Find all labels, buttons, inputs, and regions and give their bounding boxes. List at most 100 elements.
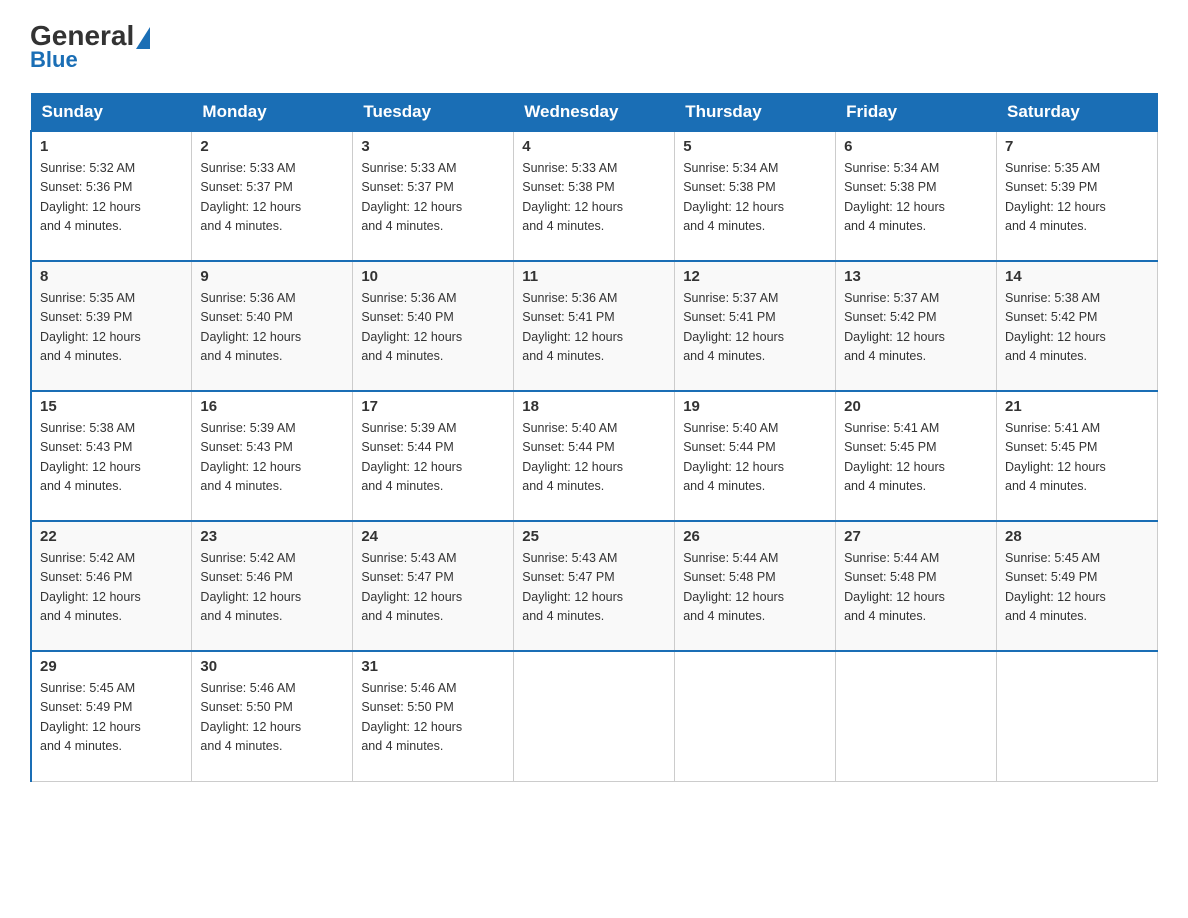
day-number: 13 xyxy=(844,268,988,285)
day-number: 28 xyxy=(1005,528,1149,545)
day-info: Sunrise: 5:39 AMSunset: 5:43 PMDaylight:… xyxy=(200,419,344,497)
calendar-cell: 24 Sunrise: 5:43 AMSunset: 5:47 PMDayligh… xyxy=(353,521,514,651)
calendar-cell: 10 Sunrise: 5:36 AMSunset: 5:40 PMDayligh… xyxy=(353,261,514,391)
day-info: Sunrise: 5:42 AMSunset: 5:46 PMDaylight:… xyxy=(200,549,344,627)
day-info: Sunrise: 5:44 AMSunset: 5:48 PMDaylight:… xyxy=(844,549,988,627)
day-number: 19 xyxy=(683,398,827,415)
calendar-cell: 20 Sunrise: 5:41 AMSunset: 5:45 PMDayligh… xyxy=(836,391,997,521)
week-row-2: 8 Sunrise: 5:35 AMSunset: 5:39 PMDaylight… xyxy=(31,261,1158,391)
day-info: Sunrise: 5:35 AMSunset: 5:39 PMDaylight:… xyxy=(40,289,183,367)
day-number: 6 xyxy=(844,138,988,155)
week-row-3: 15Sunrise: 5:38 AMSunset: 5:43 PMDayligh… xyxy=(31,391,1158,521)
calendar-cell: 1Sunrise: 5:32 AMSunset: 5:36 PMDaylight… xyxy=(31,131,192,261)
day-number: 25 xyxy=(522,528,666,545)
day-info: Sunrise: 5:36 AMSunset: 5:40 PMDaylight:… xyxy=(361,289,505,367)
calendar-cell: 27Sunrise: 5:44 AMSunset: 5:48 PMDayligh… xyxy=(836,521,997,651)
day-info: Sunrise: 5:40 AMSunset: 5:44 PMDaylight:… xyxy=(522,419,666,497)
calendar-cell: 11 Sunrise: 5:36 AMSunset: 5:41 PMDayligh… xyxy=(514,261,675,391)
day-info: Sunrise: 5:39 AMSunset: 5:44 PMDaylight:… xyxy=(361,419,505,497)
calendar-cell: 18 Sunrise: 5:40 AMSunset: 5:44 PMDayligh… xyxy=(514,391,675,521)
logo-blue-text: Blue xyxy=(30,47,78,73)
calendar-cell: 4 Sunrise: 5:33 AMSunset: 5:38 PMDaylight… xyxy=(514,131,675,261)
day-info: Sunrise: 5:45 AMSunset: 5:49 PMDaylight:… xyxy=(40,679,183,757)
logo-triangle-icon xyxy=(136,27,150,49)
calendar-table: SundayMondayTuesdayWednesdayThursdayFrid… xyxy=(30,93,1158,782)
day-info: Sunrise: 5:36 AMSunset: 5:41 PMDaylight:… xyxy=(522,289,666,367)
day-number: 20 xyxy=(844,398,988,415)
header-saturday: Saturday xyxy=(997,94,1158,132)
day-number: 3 xyxy=(361,138,505,155)
day-info: Sunrise: 5:33 AMSunset: 5:37 PMDaylight:… xyxy=(361,159,505,237)
calendar-cell: 2 Sunrise: 5:33 AMSunset: 5:37 PMDaylight… xyxy=(192,131,353,261)
day-number: 4 xyxy=(522,138,666,155)
calendar-cell xyxy=(514,651,675,781)
day-info: Sunrise: 5:32 AMSunset: 5:36 PMDaylight:… xyxy=(40,159,183,237)
calendar-cell: 31Sunrise: 5:46 AMSunset: 5:50 PMDayligh… xyxy=(353,651,514,781)
calendar-cell: 29Sunrise: 5:45 AMSunset: 5:49 PMDayligh… xyxy=(31,651,192,781)
calendar-cell: 3 Sunrise: 5:33 AMSunset: 5:37 PMDaylight… xyxy=(353,131,514,261)
calendar-cell: 26Sunrise: 5:44 AMSunset: 5:48 PMDayligh… xyxy=(675,521,836,651)
calendar-cell: 7 Sunrise: 5:35 AMSunset: 5:39 PMDaylight… xyxy=(997,131,1158,261)
calendar-cell: 13 Sunrise: 5:37 AMSunset: 5:42 PMDayligh… xyxy=(836,261,997,391)
day-number: 16 xyxy=(200,398,344,415)
day-number: 24 xyxy=(361,528,505,545)
calendar-cell: 14Sunrise: 5:38 AMSunset: 5:42 PMDayligh… xyxy=(997,261,1158,391)
calendar-cell: 22Sunrise: 5:42 AMSunset: 5:46 PMDayligh… xyxy=(31,521,192,651)
day-number: 23 xyxy=(200,528,344,545)
week-row-5: 29Sunrise: 5:45 AMSunset: 5:49 PMDayligh… xyxy=(31,651,1158,781)
day-number: 7 xyxy=(1005,138,1149,155)
day-info: Sunrise: 5:41 AMSunset: 5:45 PMDaylight:… xyxy=(1005,419,1149,497)
calendar-cell: 9Sunrise: 5:36 AMSunset: 5:40 PMDaylight… xyxy=(192,261,353,391)
day-number: 9 xyxy=(200,268,344,285)
header-sunday: Sunday xyxy=(31,94,192,132)
day-number: 11 xyxy=(522,268,666,285)
day-info: Sunrise: 5:46 AMSunset: 5:50 PMDaylight:… xyxy=(361,679,505,757)
day-number: 10 xyxy=(361,268,505,285)
calendar-cell: 23 Sunrise: 5:42 AMSunset: 5:46 PMDayligh… xyxy=(192,521,353,651)
calendar-cell: 6Sunrise: 5:34 AMSunset: 5:38 PMDaylight… xyxy=(836,131,997,261)
day-number: 15 xyxy=(40,398,183,415)
page-header: General Blue xyxy=(30,20,1158,73)
day-info: Sunrise: 5:42 AMSunset: 5:46 PMDaylight:… xyxy=(40,549,183,627)
calendar-cell: 21 Sunrise: 5:41 AMSunset: 5:45 PMDayligh… xyxy=(997,391,1158,521)
week-row-1: 1Sunrise: 5:32 AMSunset: 5:36 PMDaylight… xyxy=(31,131,1158,261)
day-number: 12 xyxy=(683,268,827,285)
day-info: Sunrise: 5:35 AMSunset: 5:39 PMDaylight:… xyxy=(1005,159,1149,237)
day-number: 14 xyxy=(1005,268,1149,285)
header-tuesday: Tuesday xyxy=(353,94,514,132)
header-row: SundayMondayTuesdayWednesdayThursdayFrid… xyxy=(31,94,1158,132)
calendar-cell: 12 Sunrise: 5:37 AMSunset: 5:41 PMDayligh… xyxy=(675,261,836,391)
calendar-cell: 8 Sunrise: 5:35 AMSunset: 5:39 PMDaylight… xyxy=(31,261,192,391)
day-info: Sunrise: 5:43 AMSunset: 5:47 PMDaylight:… xyxy=(361,549,505,627)
calendar-cell xyxy=(836,651,997,781)
calendar-cell: 19 Sunrise: 5:40 AMSunset: 5:44 PMDayligh… xyxy=(675,391,836,521)
calendar-cell: 17Sunrise: 5:39 AMSunset: 5:44 PMDayligh… xyxy=(353,391,514,521)
day-number: 21 xyxy=(1005,398,1149,415)
day-info: Sunrise: 5:37 AMSunset: 5:42 PMDaylight:… xyxy=(844,289,988,367)
day-number: 8 xyxy=(40,268,183,285)
day-number: 30 xyxy=(200,658,344,675)
calendar-cell: 30Sunrise: 5:46 AMSunset: 5:50 PMDayligh… xyxy=(192,651,353,781)
calendar-cell: 16 Sunrise: 5:39 AMSunset: 5:43 PMDayligh… xyxy=(192,391,353,521)
day-number: 2 xyxy=(200,138,344,155)
calendar-cell xyxy=(675,651,836,781)
day-info: Sunrise: 5:33 AMSunset: 5:38 PMDaylight:… xyxy=(522,159,666,237)
calendar-cell xyxy=(997,651,1158,781)
calendar-cell: 25 Sunrise: 5:43 AMSunset: 5:47 PMDayligh… xyxy=(514,521,675,651)
day-number: 18 xyxy=(522,398,666,415)
day-info: Sunrise: 5:37 AMSunset: 5:41 PMDaylight:… xyxy=(683,289,827,367)
day-info: Sunrise: 5:34 AMSunset: 5:38 PMDaylight:… xyxy=(683,159,827,237)
day-info: Sunrise: 5:44 AMSunset: 5:48 PMDaylight:… xyxy=(683,549,827,627)
day-info: Sunrise: 5:41 AMSunset: 5:45 PMDaylight:… xyxy=(844,419,988,497)
calendar-cell: 15Sunrise: 5:38 AMSunset: 5:43 PMDayligh… xyxy=(31,391,192,521)
day-info: Sunrise: 5:43 AMSunset: 5:47 PMDaylight:… xyxy=(522,549,666,627)
header-thursday: Thursday xyxy=(675,94,836,132)
header-friday: Friday xyxy=(836,94,997,132)
day-info: Sunrise: 5:45 AMSunset: 5:49 PMDaylight:… xyxy=(1005,549,1149,627)
calendar-cell: 5Sunrise: 5:34 AMSunset: 5:38 PMDaylight… xyxy=(675,131,836,261)
day-info: Sunrise: 5:33 AMSunset: 5:37 PMDaylight:… xyxy=(200,159,344,237)
day-info: Sunrise: 5:40 AMSunset: 5:44 PMDaylight:… xyxy=(683,419,827,497)
calendar-cell: 28 Sunrise: 5:45 AMSunset: 5:49 PMDayligh… xyxy=(997,521,1158,651)
header-monday: Monday xyxy=(192,94,353,132)
week-row-4: 22Sunrise: 5:42 AMSunset: 5:46 PMDayligh… xyxy=(31,521,1158,651)
